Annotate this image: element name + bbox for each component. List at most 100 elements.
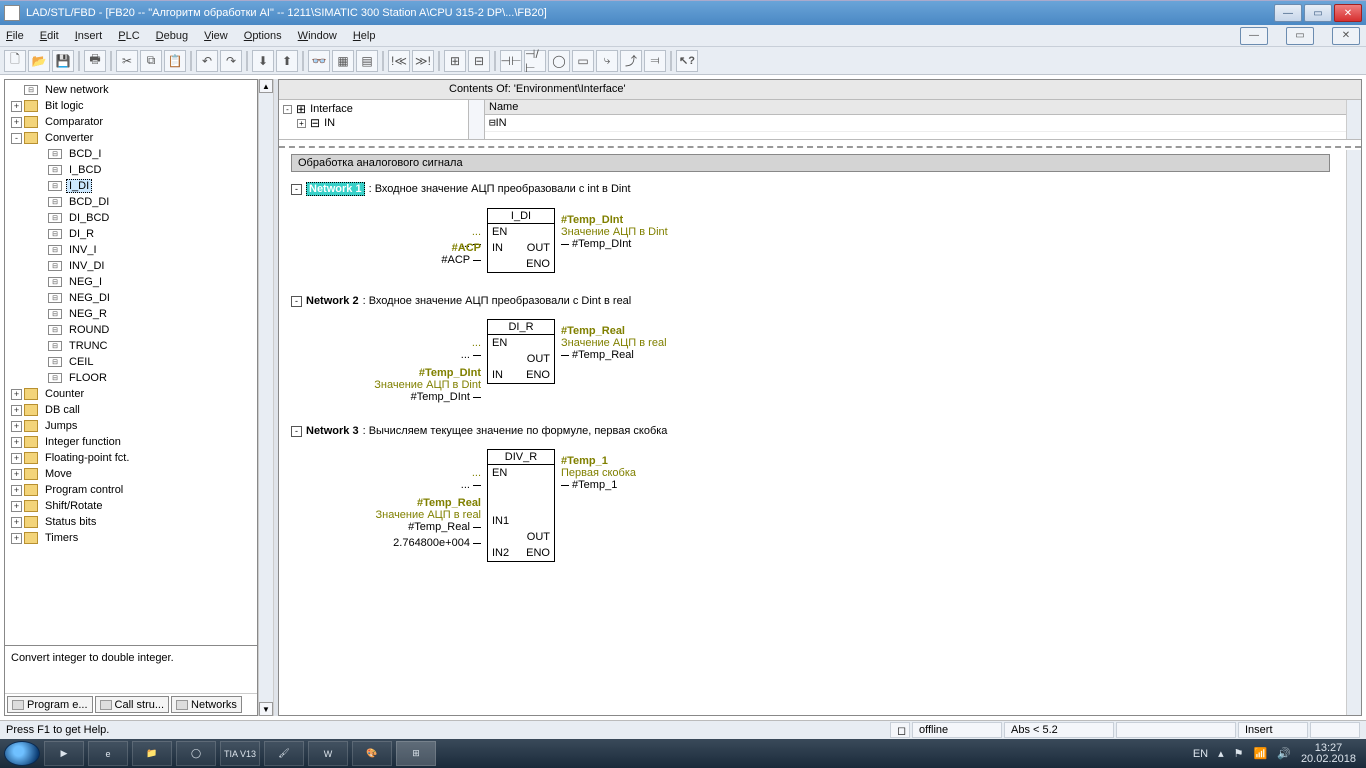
tree-item[interactable]: +Floating-point fct. — [5, 450, 257, 466]
taskbar-app[interactable]: ▶ — [44, 741, 84, 766]
taskbar-app[interactable]: 🖌 — [264, 741, 304, 766]
fbd-block[interactable]: I_DIENINOUTENO — [487, 208, 555, 273]
expand-icon[interactable]: + — [11, 501, 22, 512]
start-button[interactable] — [4, 741, 40, 766]
network[interactable]: -Network 3: Вычисляем текущее значение п… — [291, 425, 1330, 562]
taskbar-app[interactable]: e — [88, 741, 128, 766]
insert-button[interactable]: ⊣/⊢ — [524, 50, 546, 72]
interface-tree[interactable]: -⊞ Interface +⊟ IN — [279, 100, 469, 139]
save-button[interactable]: 💾 — [52, 50, 74, 72]
toolbar-button[interactable]: ▦ — [332, 50, 354, 72]
collapse-icon[interactable]: - — [291, 184, 302, 195]
goto-button[interactable]: ≫! — [412, 50, 434, 72]
tab-program-elements[interactable]: Program e... — [7, 696, 93, 713]
tree-item[interactable]: ⊟DI_BCD — [5, 210, 257, 226]
tree-item[interactable]: +Status bits — [5, 514, 257, 530]
expand-icon[interactable]: + — [11, 533, 22, 544]
tree-item[interactable]: +Jumps — [5, 418, 257, 434]
tree-item[interactable]: ⊟DI_R — [5, 226, 257, 242]
upload-button[interactable]: ⬆ — [276, 50, 298, 72]
taskbar-app[interactable]: TIA V13 — [220, 741, 260, 766]
editor-scrollbar[interactable] — [1346, 150, 1361, 715]
tree-item[interactable]: +Shift/Rotate — [5, 498, 257, 514]
tab-call-structure[interactable]: Call stru... — [95, 696, 170, 713]
open-button[interactable]: 📂 — [28, 50, 50, 72]
menu-options[interactable]: Options — [244, 30, 282, 42]
tree-item[interactable]: +Comparator — [5, 114, 257, 130]
close-button[interactable]: ✕ — [1334, 4, 1362, 22]
menu-insert[interactable]: Insert — [75, 30, 103, 42]
tree-item[interactable]: -Converter — [5, 130, 257, 146]
new-button[interactable]: 🗋 — [4, 50, 26, 72]
menu-file[interactable]: File — [6, 30, 24, 42]
menu-window[interactable]: Window — [298, 30, 337, 42]
taskbar-app[interactable]: 🎨 — [352, 741, 392, 766]
help-pointer-button[interactable]: ↖? — [676, 50, 698, 72]
monitor-button[interactable]: 👓 — [308, 50, 330, 72]
taskbar-app[interactable]: ◯ — [176, 741, 216, 766]
expand-icon[interactable]: + — [11, 421, 22, 432]
network-editor[interactable]: Обработка аналогового сигнала -Network 1… — [279, 150, 1346, 715]
tray-network-icon[interactable]: 📶 — [1254, 747, 1268, 760]
expand-icon[interactable]: + — [11, 517, 22, 528]
tray-lang[interactable]: EN — [1193, 748, 1208, 760]
toolbar-button[interactable]: ▤ — [356, 50, 378, 72]
catalog-tree[interactable]: ⊟New network+Bit logic+Comparator-Conver… — [5, 80, 257, 645]
tree-item[interactable]: ⊟NEG_DI — [5, 290, 257, 306]
tree-item[interactable]: ⊟FLOOR — [5, 370, 257, 386]
network[interactable]: -Network 2: Входное значение АЦП преобра… — [291, 295, 1330, 403]
network[interactable]: -Network 1: Входное значение АЦП преобра… — [291, 182, 1330, 273]
menu-view[interactable]: View — [204, 30, 228, 42]
system-tray[interactable]: EN ▴ ⚑ 📶 🔊 13:2720.02.2018 — [1193, 743, 1362, 765]
network-label[interactable]: Network 3 — [306, 425, 359, 437]
fbd-block[interactable]: DIV_RENIN1OUTIN2ENO — [487, 449, 555, 562]
expand-icon[interactable]: + — [11, 453, 22, 464]
tree-item[interactable]: +Move — [5, 466, 257, 482]
expand-icon[interactable]: - — [11, 133, 22, 144]
insert-button[interactable]: ⤴ — [620, 50, 642, 72]
network-label[interactable]: Network 2 — [306, 295, 359, 307]
expand-icon[interactable]: + — [11, 405, 22, 416]
tree-item[interactable]: +Program control — [5, 482, 257, 498]
left-scrollbar[interactable]: ▲▼ — [258, 79, 274, 716]
view-button[interactable]: ⊞ — [444, 50, 466, 72]
tree-item[interactable]: ⊟BCD_I — [5, 146, 257, 162]
mdi-minimize-button[interactable]: — — [1240, 27, 1268, 45]
insert-button[interactable]: ⤷ — [596, 50, 618, 72]
expand-icon[interactable]: + — [11, 101, 22, 112]
maximize-button[interactable]: ▭ — [1304, 4, 1332, 22]
menu-plc[interactable]: PLC — [118, 30, 139, 42]
tree-item[interactable]: ⊟CEIL — [5, 354, 257, 370]
tree-item[interactable]: +DB call — [5, 402, 257, 418]
tree-item[interactable]: ⊟INV_DI — [5, 258, 257, 274]
tree-item[interactable]: ⊟NEG_I — [5, 274, 257, 290]
goto-button[interactable]: !≪ — [388, 50, 410, 72]
tray-clock[interactable]: 13:2720.02.2018 — [1301, 743, 1356, 765]
interface-var-row[interactable]: ⊟ IN — [485, 115, 1346, 132]
expand-icon[interactable]: + — [11, 469, 22, 480]
tree-item[interactable]: ⊟ROUND — [5, 322, 257, 338]
tree-item[interactable]: ⊟BCD_DI — [5, 194, 257, 210]
view-button[interactable]: ⊟ — [468, 50, 490, 72]
tree-item[interactable]: +Integer function — [5, 434, 257, 450]
iface-scrollbar[interactable] — [469, 100, 485, 139]
menu-debug[interactable]: Debug — [156, 30, 188, 42]
taskbar-app[interactable]: 📁 — [132, 741, 172, 766]
collapse-icon[interactable]: - — [291, 426, 302, 437]
mdi-restore-button[interactable]: ▭ — [1286, 27, 1314, 45]
tree-item[interactable]: +Timers — [5, 530, 257, 546]
print-button[interactable]: 🖶 — [84, 50, 106, 72]
insert-button[interactable]: ⊣⊢ — [500, 50, 522, 72]
tray-chevron-icon[interactable]: ▴ — [1218, 747, 1224, 760]
tree-item[interactable]: ⊟TRUNC — [5, 338, 257, 354]
expand-icon[interactable]: + — [11, 117, 22, 128]
tree-item[interactable]: +Bit logic — [5, 98, 257, 114]
fbd-block[interactable]: DI_RENOUTINENO — [487, 319, 555, 384]
expand-icon[interactable]: + — [11, 485, 22, 496]
taskbar-app[interactable]: W — [308, 741, 348, 766]
tree-item[interactable]: ⊟I_BCD — [5, 162, 257, 178]
tree-item[interactable]: ⊟I_DI — [5, 178, 257, 194]
network-label[interactable]: Network 1 — [306, 182, 365, 196]
tree-item[interactable]: ⊟INV_I — [5, 242, 257, 258]
undo-button[interactable]: ↶ — [196, 50, 218, 72]
